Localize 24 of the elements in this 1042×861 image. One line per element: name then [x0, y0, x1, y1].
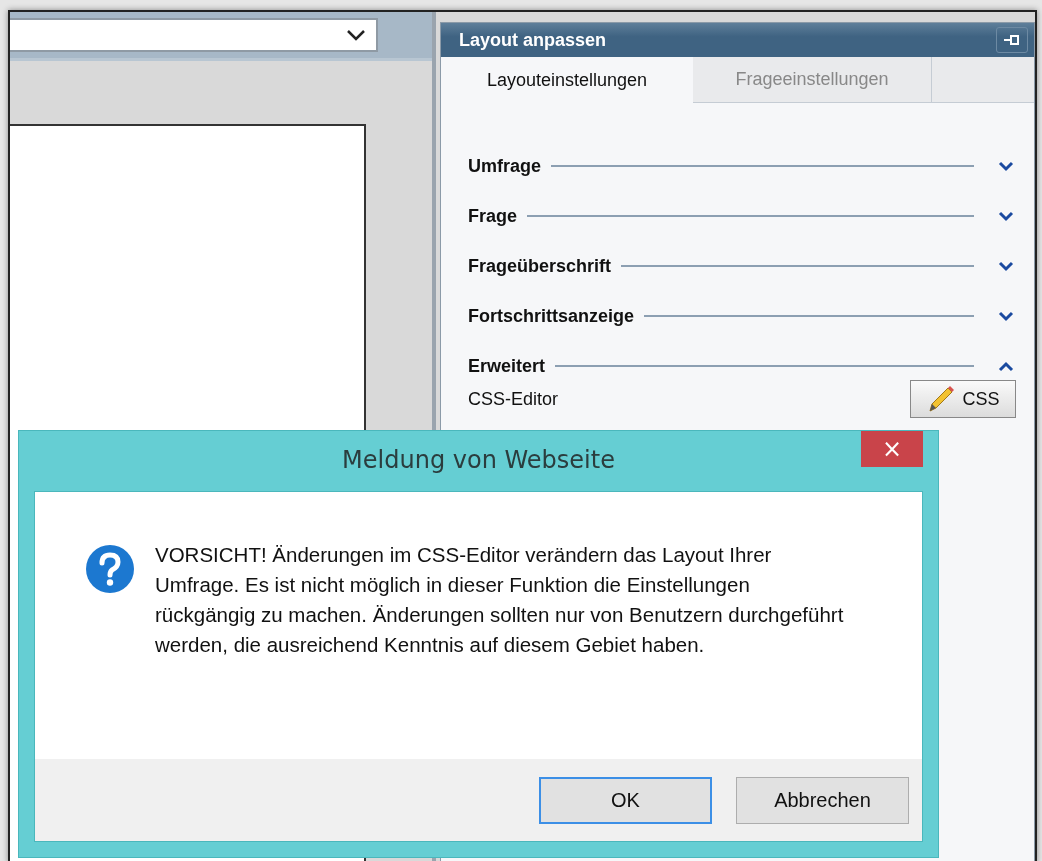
pencil-icon — [926, 384, 957, 414]
question-icon — [85, 544, 135, 594]
dropdown-field[interactable] — [10, 18, 378, 52]
css-button[interactable]: CSS — [910, 380, 1016, 418]
chevron-down-icon — [346, 29, 366, 41]
chevron-down-icon[interactable] — [998, 160, 1014, 172]
css-editor-label: CSS-Editor — [468, 388, 559, 410]
section-heading[interactable]: Erweitert — [468, 355, 546, 377]
chevron-down-icon[interactable] — [998, 310, 1014, 322]
panel-title: Layout anpassen — [459, 29, 607, 51]
dialog-title: Meldung von Webseite — [342, 446, 615, 474]
pin-button[interactable] — [996, 27, 1028, 53]
chevron-down-icon[interactable] — [998, 210, 1014, 222]
section-heading[interactable]: Frageüberschrift — [468, 255, 612, 277]
chevron-up-icon[interactable] — [998, 360, 1014, 372]
pin-icon — [1003, 33, 1021, 47]
chevron-down-icon[interactable] — [998, 260, 1014, 272]
close-button[interactable]: × — [861, 431, 923, 467]
section-heading[interactable]: Fortschrittsanzeige — [468, 305, 635, 327]
cancel-button[interactable]: Abbrechen — [736, 776, 909, 824]
ok-button[interactable]: OK — [539, 776, 712, 824]
section-heading[interactable]: Umfrage — [468, 155, 542, 177]
warning-message: VORSICHT! Änderungen im CSS-Editor verändern das Layout Ihrer Umfrage. Es ist nicht möglich in dieser Funktion die Einstellungen rückgängig zu machen. Änderungen sollten nur von Benutzern durchgeführt werden, die ausreichend Kenntnis auf diesem Gebiet haben. — [155, 542, 845, 658]
section-heading[interactable]: Frage — [468, 205, 518, 227]
